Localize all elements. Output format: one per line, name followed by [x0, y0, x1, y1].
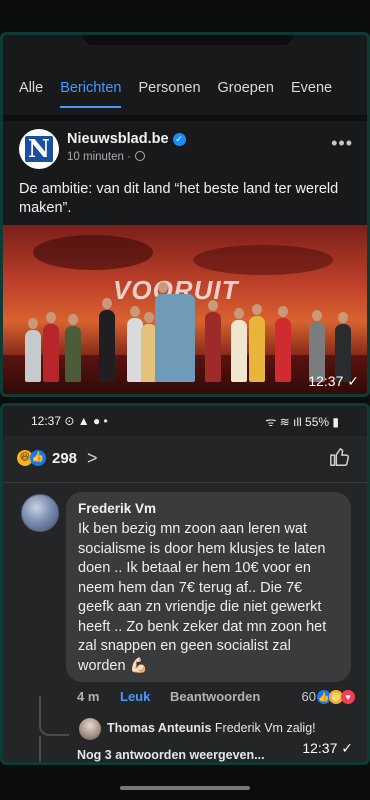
- thread-line: [39, 696, 69, 736]
- status-time-label: 12:37: [31, 414, 62, 428]
- reply-preview[interactable]: Thomas Anteunis Frederik Vm zalig!: [107, 721, 316, 735]
- post-header: N Nieuwsblad.be ✓ 10 minuten · •••: [19, 129, 357, 169]
- page-avatar[interactable]: N: [19, 129, 59, 169]
- nieuwsblad-logo-icon: N: [25, 136, 53, 162]
- verified-badge-icon: ✓: [172, 133, 186, 146]
- tab-personen[interactable]: Personen: [138, 80, 200, 96]
- comment-time: 4 m: [77, 689, 100, 704]
- page-name[interactable]: Nieuwsblad.be ✓: [67, 131, 186, 147]
- globe-icon: [134, 151, 145, 161]
- more-options-icon[interactable]: •••: [331, 133, 353, 154]
- image-person: [231, 308, 247, 382]
- image-person: [155, 282, 195, 382]
- tab-berichten[interactable]: Berichten: [60, 80, 122, 108]
- post-text: De ambitie: van dit land “het beste land…: [19, 181, 339, 216]
- image-person: [275, 306, 291, 382]
- search-filter-tabs: Alle Berichten Personen Groepen Evene: [3, 70, 367, 108]
- image-person: [205, 300, 221, 382]
- message-timestamp: 12:37 ✓: [308, 373, 359, 389]
- home-indicator[interactable]: [120, 786, 250, 790]
- reply-author: Thomas Anteunis: [107, 721, 212, 735]
- tab-alle[interactable]: Alle: [19, 80, 43, 96]
- post-time: 10 minuten ·: [67, 151, 145, 163]
- image-person: [43, 312, 59, 382]
- image-person: [99, 298, 115, 382]
- reply-text: Frederik Vm zalig!: [214, 721, 316, 735]
- image-person: [25, 318, 41, 382]
- divider: [3, 482, 367, 483]
- like-reaction-icon: 👍: [30, 450, 46, 466]
- thread-line: [39, 736, 41, 762]
- phone-notch: [83, 35, 293, 45]
- thumbs-up-icon[interactable]: [329, 446, 351, 468]
- tab-groepen[interactable]: Groepen: [218, 80, 274, 96]
- comment-actions: 4 m Leuk Beantwoorden 60 👍 😆 ♥: [77, 689, 357, 707]
- comment-reaction-count[interactable]: 60 👍 😆 ♥: [302, 689, 355, 704]
- tab-evenementen[interactable]: Evene: [291, 80, 332, 96]
- image-person: [65, 314, 81, 382]
- reaction-count: 298: [52, 449, 78, 467]
- post-image[interactable]: VOORUIT 12:37 ✓: [3, 225, 367, 394]
- post-time-label: 10 minuten: [67, 151, 124, 163]
- comment-text: Ik ben bezig mn zoon aan leren wat socia…: [78, 521, 327, 674]
- comment-screenshot: 12:37 ⊙ ▲ ● • ᯤ ≋ ıll 55% ▮ 😆 👍 298 > Fr…: [0, 403, 370, 765]
- chevron-right-icon: >: [87, 447, 98, 468]
- status-bar: 12:37 ⊙ ▲ ● • ᯤ ≋ ıll 55% ▮: [3, 406, 367, 436]
- reply-button[interactable]: Beantwoorden: [170, 689, 260, 704]
- comment-bubble[interactable]: Frederik Vm Ik ben bezig mn zoon aan ler…: [66, 492, 351, 682]
- message-timestamp: 12:37 ✓: [302, 740, 353, 756]
- love-reaction-icon: ♥: [341, 689, 355, 704]
- view-more-replies-link[interactable]: Nog 3 antwoorden weergeven...: [77, 748, 265, 762]
- image-person: [249, 304, 265, 382]
- image-cloud: [33, 235, 153, 270]
- status-battery: ᯤ ≋ ıll 55% ▮: [265, 414, 339, 429]
- avatar[interactable]: [79, 718, 101, 740]
- status-time: 12:37 ⊙ ▲ ● •: [31, 414, 108, 428]
- divider: [3, 115, 367, 121]
- image-cloud: [193, 245, 333, 275]
- page-name-label: Nieuwsblad.be: [67, 131, 169, 147]
- search-results-screenshot: Alle Berichten Personen Groepen Evene N …: [0, 32, 370, 397]
- avatar[interactable]: [21, 494, 59, 532]
- comment-author[interactable]: Frederik Vm: [78, 501, 339, 516]
- reactions-summary[interactable]: 😆 👍 298 >: [17, 446, 98, 470]
- battery-label: 55%: [305, 414, 330, 429]
- like-button[interactable]: Leuk: [120, 689, 150, 704]
- comment-reaction-number: 60: [301, 689, 316, 704]
